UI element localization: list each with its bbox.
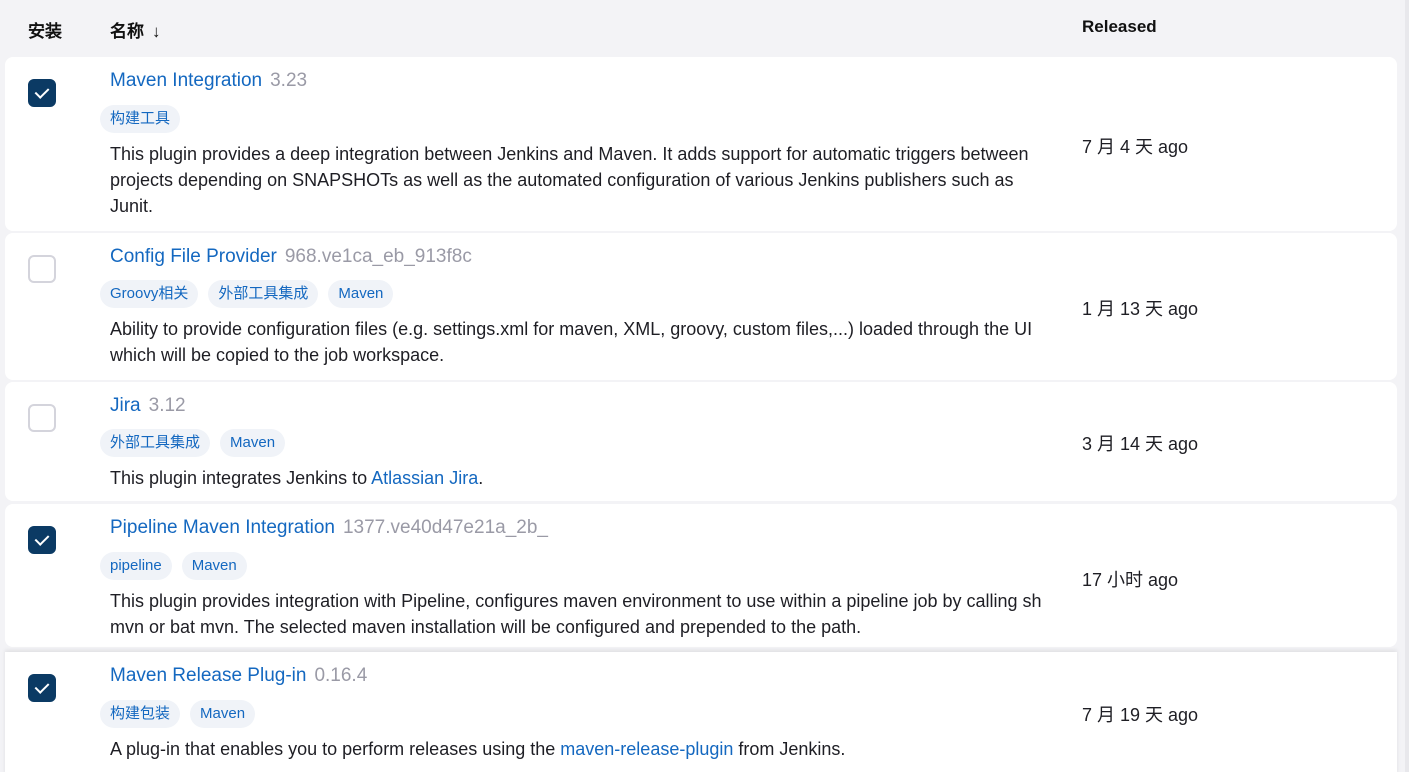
tag-list: 外部工具集成 Maven [100,429,286,457]
released-time: 3 月 14 天 ago [1082,434,1199,454]
tag-list: 构建工具 [100,105,181,133]
released-time: 1 月 13 天 ago [1082,299,1199,319]
sort-down-arrow-icon: ↓ [152,22,161,41]
description-text: . [478,468,484,488]
plugin-description: This plugin integrates Jenkins to Atlass… [110,465,1045,491]
install-checkbox[interactable] [28,674,56,702]
tag-list: Groovy相关 外部工具集成 Maven [100,280,394,308]
category-tag[interactable]: 构建工具 [100,105,181,133]
plugin-name-link[interactable]: Pipeline Maven Integration [110,517,335,538]
table-header: 安装 名称 ↓ Released [0,0,1405,56]
plugin-description: A plug-in that enables you to perform re… [110,736,1045,762]
table-row: Jira 3.12 外部工具集成 Maven This plugin integr… [5,382,1397,501]
plugin-version: 0.16.4 [314,665,368,686]
plugin-description: This plugin provides a deep integration … [110,144,1029,216]
category-tag[interactable]: Maven [328,280,394,308]
plugin-title: Maven Integration 3.23 [110,70,307,92]
maven-release-plugin-link[interactable]: maven-release-plugin [560,739,733,759]
tag-list: 构建包装 Maven [100,700,256,728]
tag-list: pipeline Maven [100,552,247,580]
column-header-released[interactable]: Released [1082,17,1157,37]
description-text: from Jenkins. [733,739,846,759]
plugin-version: 1377.ve40d47e21a_2b_ [342,517,548,538]
category-tag[interactable]: 构建包装 [100,700,181,728]
column-header-install[interactable]: 安装 [28,17,62,42]
description-text: A plug-in that enables you to perform re… [110,739,561,759]
install-checkbox[interactable] [28,79,56,107]
install-checkbox[interactable] [28,255,56,283]
plugin-title: Jira 3.12 [110,395,186,417]
category-tag[interactable]: Maven [190,700,256,728]
plugin-title: Maven Release Plug-in 0.16.4 [110,665,367,687]
plugin-title: Config File Provider 968.ve1ca_eb_913f8c [110,246,472,268]
table-row: Maven Integration 3.23 构建工具 This plugin p… [5,57,1397,231]
description-text: This plugin integrates Jenkins to [110,468,372,488]
plugin-name-link[interactable]: Maven Integration [110,70,262,91]
category-tag[interactable]: Maven [181,552,247,580]
category-tag[interactable]: pipeline [100,552,172,580]
released-time: 7 月 4 天 ago [1082,137,1189,157]
table-row: Maven Release Plug-in 0.16.4 构建包装 Maven A… [5,652,1397,772]
category-tag[interactable]: Maven [220,429,286,457]
plugin-description: This plugin provides integration with Pi… [110,591,1042,637]
plugin-version: 3.12 [148,395,186,416]
plugin-version: 3.23 [270,70,308,91]
released-time: 17 小时 ago [1082,570,1179,590]
plugin-name-link[interactable]: Config File Provider [110,246,277,267]
table-row: Config File Provider 968.ve1ca_eb_913f8c … [5,233,1397,380]
released-time: 7 月 19 天 ago [1082,705,1199,725]
plugin-name-link[interactable]: Jira [110,395,141,416]
column-header-name-label: 名称 [110,22,144,41]
category-tag[interactable]: 外部工具集成 [100,429,211,457]
install-checkbox[interactable] [28,404,56,432]
table-row: Pipeline Maven Integration 1377.ve40d47e2… [5,504,1397,647]
plugin-description: Ability to provide configuration files (… [110,319,1033,365]
install-checkbox[interactable] [28,526,56,554]
plugin-version: 968.ve1ca_eb_913f8c [284,246,472,267]
category-tag[interactable]: Groovy相关 [100,280,199,308]
atlassian-jira-link[interactable]: Atlassian Jira [371,468,478,488]
plugin-title: Pipeline Maven Integration 1377.ve40d47e2… [110,517,548,539]
plugin-name-link[interactable]: Maven Release Plug-in [110,665,306,686]
plugin-table: 安装 名称 ↓ Released Maven Integration 3.23 构建… [0,0,1409,772]
column-header-name[interactable]: 名称 ↓ [110,17,161,42]
category-tag[interactable]: 外部工具集成 [208,280,319,308]
scrollbar-track[interactable] [1405,0,1409,772]
